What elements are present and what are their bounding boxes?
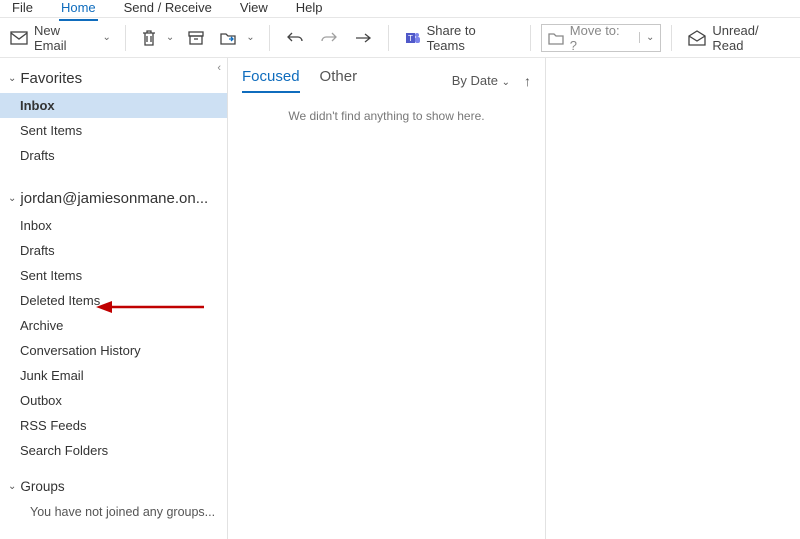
- redo-icon: [320, 31, 338, 45]
- folder-move-icon: [214, 23, 242, 53]
- sidebar-item-search-folders[interactable]: Search Folders: [0, 438, 227, 463]
- undo-button[interactable]: [280, 23, 310, 53]
- moveto-label: Move to: ?: [570, 23, 627, 53]
- new-email-label: New Email: [34, 23, 93, 53]
- focused-other-tabs: Focused Other: [242, 68, 357, 93]
- unread-read-button[interactable]: Unread/ Read: [682, 23, 796, 53]
- unread-read-label: Unread/ Read: [712, 23, 790, 53]
- redo-button[interactable]: [314, 23, 344, 53]
- account-title: jordan@jamiesonmane.on...: [20, 190, 208, 207]
- tab-file[interactable]: File: [10, 0, 35, 19]
- teams-icon: T: [405, 30, 421, 46]
- groups-empty-message: You have not joined any groups...: [0, 500, 227, 524]
- ribbon-tabs: File Home Send / Receive View Help: [0, 0, 800, 18]
- folder-icon: [548, 31, 564, 45]
- share-teams-label: Share to Teams: [427, 23, 514, 53]
- message-list-pane: Focused Other By Date ⌄ ↑ We didn't find…: [228, 58, 546, 539]
- tab-focused[interactable]: Focused: [242, 68, 300, 93]
- mail-icon: [10, 31, 28, 45]
- account-header[interactable]: ⌄ jordan@jamiesonmane.on...: [0, 184, 227, 213]
- chevron-down-icon: ⌄: [8, 193, 16, 204]
- groups-section: ⌄ Groups You have not joined any groups.…: [0, 467, 227, 524]
- sort-dropdown[interactable]: By Date ⌄: [452, 73, 510, 88]
- list-header: Focused Other By Date ⌄ ↑: [228, 58, 545, 99]
- groups-title: Groups: [20, 479, 64, 494]
- groups-header[interactable]: ⌄ Groups: [0, 473, 227, 500]
- sidebar-item-archive[interactable]: Archive: [0, 313, 227, 338]
- sidebar-item-rss[interactable]: RSS Feeds: [0, 413, 227, 438]
- chevron-down-icon: ⌄: [8, 481, 16, 492]
- chevron-down-icon: ⌄: [502, 77, 510, 88]
- moveto-dropdown[interactable]: Move to: ? ⌄: [541, 24, 662, 52]
- sidebar-item-drafts[interactable]: Drafts: [0, 143, 227, 168]
- tab-help[interactable]: Help: [294, 0, 325, 19]
- favorites-section: ⌄ Favorites Inbox Sent Items Drafts: [0, 58, 227, 168]
- sidebar-item-deleted[interactable]: Deleted Items: [0, 288, 227, 313]
- share-teams-button[interactable]: T Share to Teams: [399, 23, 520, 53]
- envelope-open-icon: [688, 30, 706, 46]
- new-email-button[interactable]: New Email ⌄: [4, 23, 115, 53]
- empty-message: We didn't find anything to show here.: [228, 99, 545, 123]
- forward-action-button[interactable]: [348, 23, 378, 53]
- sidebar-item-sent[interactable]: Sent Items: [0, 263, 227, 288]
- sidebar-item-outbox[interactable]: Outbox: [0, 388, 227, 413]
- archive-icon: [188, 31, 204, 45]
- reading-pane: [546, 58, 800, 539]
- favorites-header[interactable]: ⌄ Favorites: [0, 64, 227, 93]
- sidebar-item-junk[interactable]: Junk Email: [0, 363, 227, 388]
- sort-direction-button[interactable]: ↑: [524, 73, 531, 89]
- arrow-right-icon: [354, 32, 372, 44]
- archive-button[interactable]: [182, 23, 210, 53]
- chevron-down-icon: ⌄: [8, 73, 16, 84]
- body: ‹ ⌄ Favorites Inbox Sent Items Drafts ⌄ …: [0, 58, 800, 539]
- undo-icon: [286, 31, 304, 45]
- sidebar-item-inbox[interactable]: Inbox: [0, 93, 227, 118]
- tab-other[interactable]: Other: [320, 68, 358, 93]
- account-section: ⌄ jordan@jamiesonmane.on... Inbox Drafts…: [0, 178, 227, 463]
- sidebar-item-sent[interactable]: Sent Items: [0, 118, 227, 143]
- sidebar: ‹ ⌄ Favorites Inbox Sent Items Drafts ⌄ …: [0, 58, 228, 539]
- sort-label: By Date: [452, 73, 498, 88]
- toolbar: New Email ⌄ ⌄ ⌄ T: [0, 18, 800, 58]
- trash-icon: [136, 23, 162, 53]
- delete-button[interactable]: ⌄: [136, 23, 178, 53]
- chevron-down-icon[interactable]: ⌄: [242, 32, 258, 43]
- collapse-sidebar-button[interactable]: ‹: [215, 60, 223, 76]
- chevron-down-icon[interactable]: ⌄: [639, 32, 654, 43]
- tab-view[interactable]: View: [238, 0, 270, 19]
- sidebar-item-inbox[interactable]: Inbox: [0, 213, 227, 238]
- tab-send-receive[interactable]: Send / Receive: [122, 0, 214, 19]
- move-button[interactable]: ⌄: [214, 23, 258, 53]
- svg-text:T: T: [408, 34, 413, 43]
- sidebar-item-conversation-history[interactable]: Conversation History: [0, 338, 227, 363]
- favorites-title: Favorites: [20, 70, 82, 87]
- tab-home[interactable]: Home: [59, 0, 98, 21]
- chevron-down-icon[interactable]: ⌄: [99, 32, 115, 43]
- sidebar-item-drafts[interactable]: Drafts: [0, 238, 227, 263]
- chevron-down-icon[interactable]: ⌄: [162, 32, 178, 43]
